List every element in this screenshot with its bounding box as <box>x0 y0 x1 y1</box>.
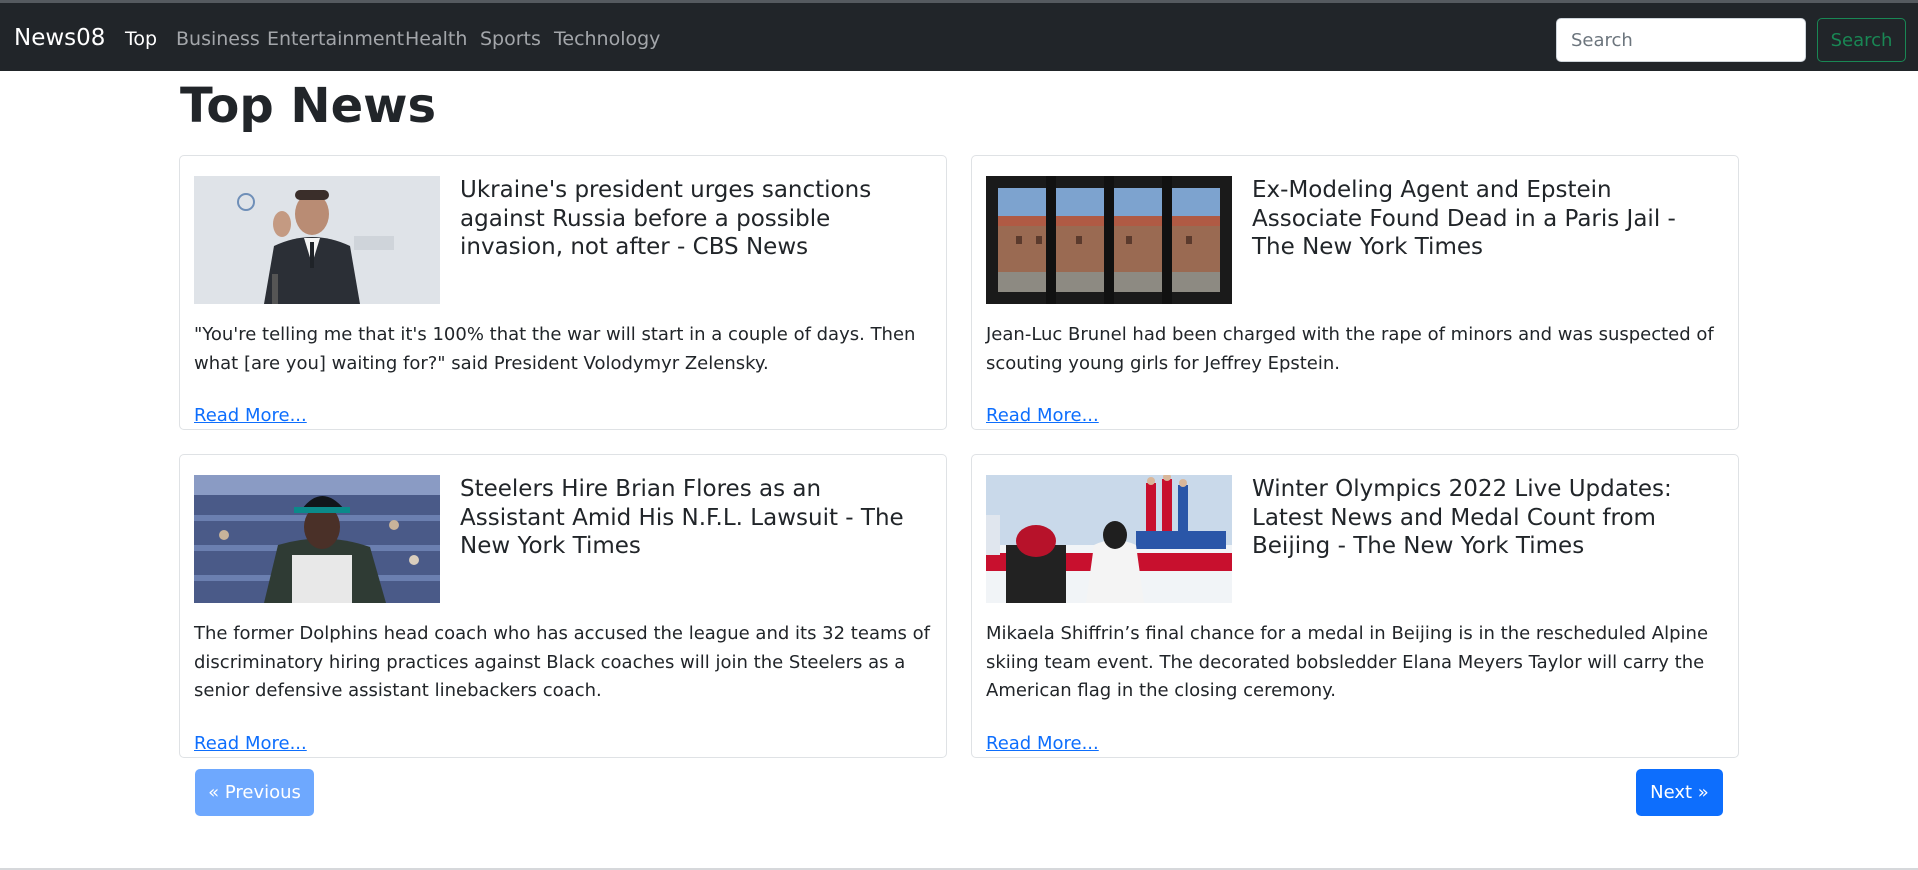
read-more-link[interactable]: Read More... <box>986 405 1099 426</box>
article-title: Ex-Modeling Agent and Epstein Associate … <box>1252 177 1676 260</box>
previous-button[interactable]: « Previous <box>195 769 314 816</box>
top-navbar: News08 Top Business Entertainment Health… <box>0 0 1918 71</box>
article-description: The former Dolphins head coach who has a… <box>194 623 930 701</box>
nav-item-entertainment[interactable]: Entertainment <box>267 28 404 50</box>
article-card: Steelers Hire Brian Flores as an Assista… <box>179 454 947 758</box>
article-title: Winter Olympics 2022 Live Updates: Lates… <box>1252 476 1672 559</box>
nav-item-top[interactable]: Top <box>125 28 157 50</box>
article-thumbnail[interactable] <box>986 176 1232 304</box>
nav-item-health[interactable]: Health <box>405 28 467 50</box>
search-input[interactable] <box>1556 18 1806 62</box>
page-title: Top News <box>180 78 437 134</box>
article-description: Mikaela Shiffrin’s final chance for a me… <box>986 623 1709 701</box>
article-card: Ex-Modeling Agent and Epstein Associate … <box>971 155 1739 430</box>
read-more-link[interactable]: Read More... <box>194 405 307 426</box>
nav-item-business[interactable]: Business <box>176 28 260 50</box>
article-thumbnail[interactable] <box>986 475 1232 603</box>
read-more-link[interactable]: Read More... <box>194 733 307 754</box>
nav-item-technology[interactable]: Technology <box>554 28 660 50</box>
article-card: Ukraine's president urges sanctions agai… <box>179 155 947 430</box>
article-description: "You're telling me that it's 100% that t… <box>194 324 916 374</box>
article-title: Steelers Hire Brian Flores as an Assista… <box>460 476 904 559</box>
nav-item-sports[interactable]: Sports <box>480 28 541 50</box>
read-more-link[interactable]: Read More... <box>986 733 1099 754</box>
article-thumbnail[interactable] <box>194 176 440 304</box>
search-button[interactable]: Search <box>1817 18 1906 62</box>
brand-logo[interactable]: News08 <box>14 25 105 51</box>
article-card: Winter Olympics 2022 Live Updates: Lates… <box>971 454 1739 758</box>
article-description: Jean-Luc Brunel had been charged with th… <box>986 324 1714 374</box>
article-thumbnail[interactable] <box>194 475 440 603</box>
next-button[interactable]: Next » <box>1636 769 1723 816</box>
article-title: Ukraine's president urges sanctions agai… <box>460 177 872 260</box>
